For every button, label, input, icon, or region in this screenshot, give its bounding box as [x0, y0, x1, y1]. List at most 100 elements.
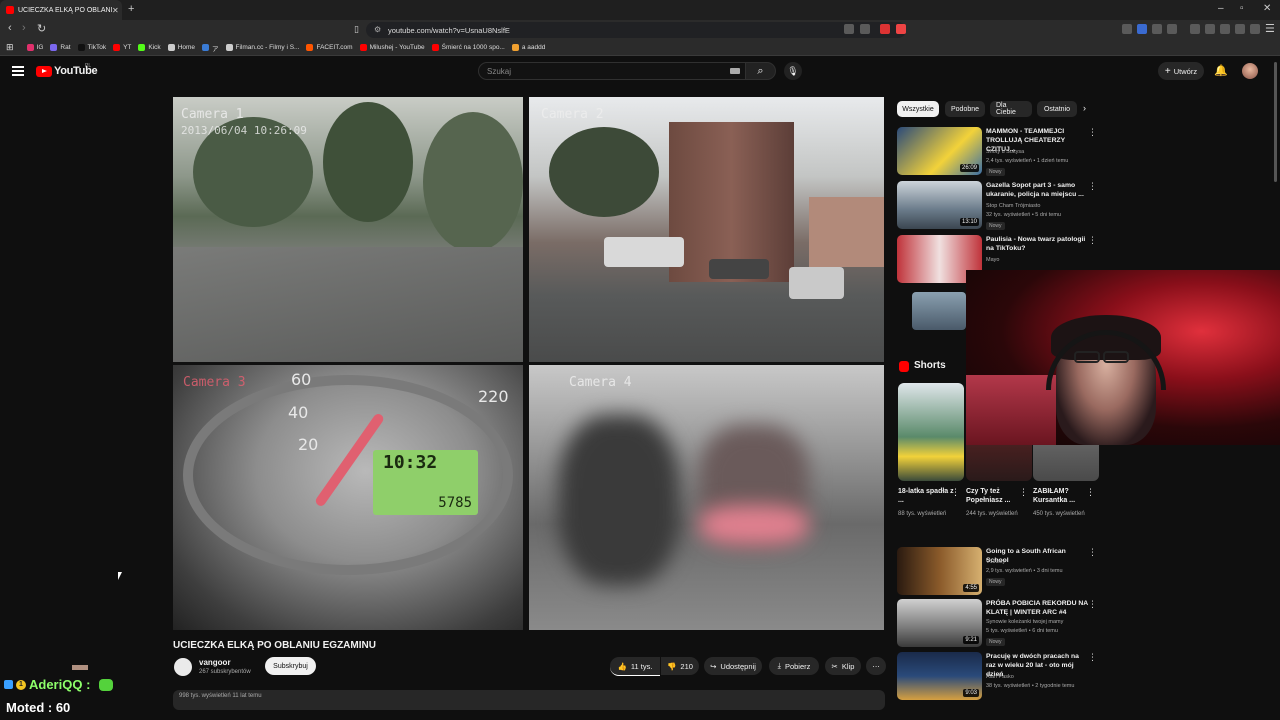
- extension-icon[interactable]: [880, 24, 890, 34]
- short-title[interactable]: Czy Ty też Popełniasz ...: [966, 487, 1022, 505]
- back-icon[interactable]: ‹: [8, 22, 12, 34]
- more-vertical-icon[interactable]: ⋮: [1088, 652, 1097, 663]
- short-title[interactable]: ZABIŁAM? Kursantka ...: [1033, 487, 1089, 505]
- dislike-button[interactable]: 👎 210: [661, 657, 699, 675]
- chip-related[interactable]: Podobne: [945, 101, 985, 117]
- clip-button[interactable]: ✂ Klip: [825, 657, 861, 675]
- apps-grid-icon[interactable]: ⊞: [6, 42, 14, 53]
- reload-icon[interactable]: ↻: [37, 22, 46, 35]
- new-tab-icon[interactable]: +: [128, 3, 134, 15]
- download-button[interactable]: ⤓ Pobierz: [769, 657, 819, 675]
- extension-icon[interactable]: [1167, 24, 1177, 34]
- close-tab-icon[interactable]: ✕: [112, 6, 122, 15]
- extension-icon[interactable]: [844, 24, 854, 34]
- channel-name[interactable]: V1Juicy: [986, 559, 1005, 565]
- video-title[interactable]: Gazella Sopot part 3 - samo ukaranie, po…: [986, 181, 1090, 199]
- minimize-icon[interactable]: –: [1218, 3, 1224, 14]
- bookmark-item[interactable]: FACEIT.com: [306, 44, 353, 51]
- extension-icon[interactable]: [1122, 24, 1132, 34]
- forward-icon[interactable]: ›: [22, 22, 26, 34]
- chip-all[interactable]: Wszystkie: [897, 101, 939, 117]
- short-thumbnail[interactable]: [898, 383, 964, 481]
- site-info-icon[interactable]: ⚙: [374, 25, 381, 34]
- subscribe-button[interactable]: Subskrybuj: [265, 657, 316, 675]
- bookmark-item[interactable]: a aaddd: [511, 44, 545, 51]
- notifications-bell-icon[interactable]: 🔔: [1214, 64, 1228, 77]
- more-vertical-icon[interactable]: ⋮: [1086, 487, 1095, 498]
- video-thumbnail[interactable]: 9:03: [897, 652, 982, 700]
- chevron-right-icon[interactable]: ›: [1083, 103, 1086, 113]
- video-thumbnail[interactable]: 26:09: [897, 127, 982, 175]
- video-thumbnail[interactable]: 13:10: [897, 181, 982, 229]
- create-button[interactable]: + Utwórz: [1158, 62, 1204, 80]
- video-thumbnail[interactable]: 9:21: [897, 599, 982, 647]
- bookmark-item[interactable]: IG: [26, 44, 43, 51]
- video-title[interactable]: Paulisia - Nowa twarz patologii na TikTo…: [986, 235, 1090, 253]
- video-thumbnail[interactable]: 4:55: [897, 547, 982, 595]
- chip-for-you[interactable]: Dla Ciebie: [990, 101, 1032, 117]
- video-thumbnail[interactable]: [912, 292, 966, 330]
- chip-recent[interactable]: Ostatnio: [1037, 101, 1077, 117]
- channel-name[interactable]: Stop Cham Trójmiasto: [986, 203, 1040, 209]
- channel-name[interactable]: Shoty u Sołtysa: [986, 149, 1024, 155]
- bookmark-item[interactable]: Rat: [50, 44, 71, 51]
- extension-icon[interactable]: [1235, 24, 1245, 34]
- search-button[interactable]: ⌕: [746, 62, 776, 80]
- voice-search-button[interactable]: 🎙: [784, 62, 802, 80]
- recommended-video[interactable]: 26:09 MAMMON - TEAMMEJCI TROLLUJĄ CHEATE…: [897, 127, 1097, 177]
- more-vertical-icon[interactable]: ⋮: [1088, 235, 1097, 246]
- bookmark-item[interactable]: ア: [202, 43, 219, 53]
- channel-name[interactable]: Alan Pasko: [986, 674, 1014, 680]
- like-button[interactable]: 👍 11 tys.: [610, 657, 660, 676]
- more-vertical-icon[interactable]: ⋮: [1088, 181, 1097, 192]
- sidebar-icon[interactable]: [1205, 24, 1215, 34]
- bookmark-icon[interactable]: ▯: [354, 24, 359, 35]
- recommended-video[interactable]: 9:03 Pracuję w dwóch pracach na raz w wi…: [897, 652, 1097, 702]
- extension-icon[interactable]: [896, 24, 906, 34]
- channel-name[interactable]: vangoor: [199, 658, 231, 667]
- extension-icon[interactable]: [1137, 24, 1147, 34]
- video-meta: 5 tys. wyświetleń • 6 dni temu: [986, 628, 1058, 634]
- bookmark-item[interactable]: Milushej - YouTube: [359, 44, 425, 51]
- hamburger-menu-icon[interactable]: [12, 66, 24, 76]
- shield-icon[interactable]: [1250, 24, 1260, 34]
- recommended-video[interactable]: 9:21 PRÓBA POBICIA REKORDU NA KLATĘ | WI…: [897, 599, 1097, 649]
- bookmark-item[interactable]: Śmierć na 1000 spo...: [431, 44, 505, 51]
- extension-icon[interactable]: [1152, 24, 1162, 34]
- recommended-video[interactable]: 4:55 Going to a South African School V1J…: [897, 547, 1097, 597]
- share-button[interactable]: ↪ Udostępnij: [704, 657, 762, 675]
- more-vertical-icon[interactable]: ⋮: [1088, 547, 1097, 558]
- channel-name[interactable]: Mayo: [986, 257, 999, 263]
- more-vertical-icon[interactable]: ⋮: [1019, 487, 1028, 498]
- description-box[interactable]: 998 tys. wyświetleń 11 lat temu: [173, 690, 885, 710]
- bookmark-item[interactable]: Filman.cc - Filmy i S...: [225, 44, 299, 51]
- bookmark-item[interactable]: Home: [167, 44, 195, 51]
- bookmark-item[interactable]: Kick: [138, 44, 161, 51]
- url-field[interactable]: youtube.com/watch?v=UsnaU8NslfE: [366, 22, 906, 38]
- short-title[interactable]: 18-latka spadła z ...: [898, 487, 954, 505]
- bookmark-item[interactable]: TikTok: [77, 44, 106, 51]
- bookmark-item[interactable]: YT: [113, 44, 131, 51]
- more-vertical-icon[interactable]: ⋮: [1088, 599, 1097, 610]
- more-vertical-icon[interactable]: ⋮: [1088, 127, 1097, 138]
- close-window-icon[interactable]: ✕: [1263, 3, 1271, 14]
- more-vertical-icon[interactable]: ⋮: [951, 487, 960, 498]
- maximize-icon[interactable]: ▫: [1240, 3, 1244, 14]
- video-player[interactable]: Camera 1 2013/06/04 10:26:09 Camera 2 60…: [173, 97, 884, 630]
- search-input[interactable]: Szukaj: [478, 62, 746, 80]
- thumbs-up-icon: 👍: [617, 661, 627, 671]
- page-scrollbar[interactable]: [1274, 62, 1277, 182]
- channel-avatar[interactable]: [174, 658, 192, 676]
- user-avatar[interactable]: [1242, 63, 1258, 79]
- browser-tab[interactable]: UCIECZKA ELKĄ PO OBLANIU ✕: [0, 0, 122, 20]
- media-icon[interactable]: [1190, 24, 1200, 34]
- extension-icon[interactable]: [860, 24, 870, 34]
- youtube-logo-icon[interactable]: [36, 66, 52, 77]
- extension-icon[interactable]: [1220, 24, 1230, 34]
- more-actions-button[interactable]: ⋯: [866, 657, 886, 675]
- channel-name[interactable]: Synowie koleżanki twojej mamy: [986, 619, 1063, 625]
- video-title[interactable]: PRÓBA POBICIA REKORDU NA KLATĘ | WINTER …: [986, 599, 1090, 617]
- recommended-video[interactable]: 13:10 Gazella Sopot part 3 - samo ukaran…: [897, 181, 1097, 231]
- keyboard-icon[interactable]: [730, 68, 740, 74]
- menu-icon[interactable]: ☰: [1265, 22, 1275, 35]
